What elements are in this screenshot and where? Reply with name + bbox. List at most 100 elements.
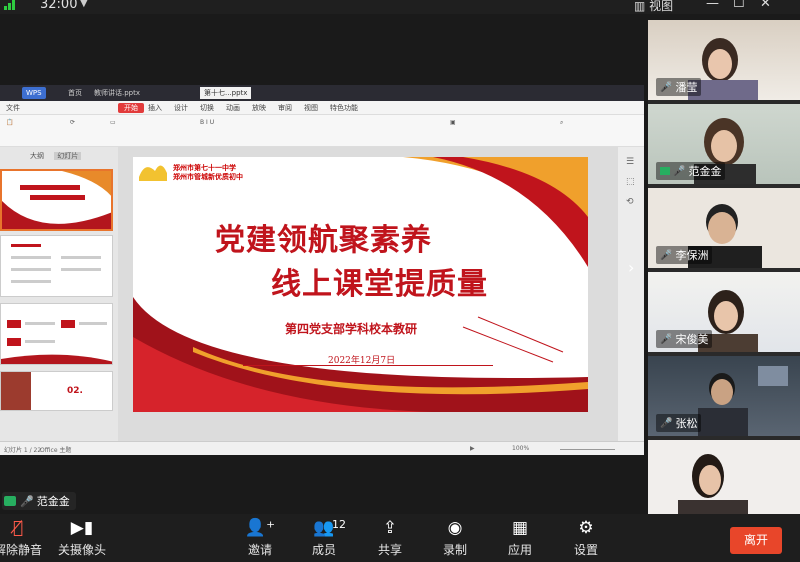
chevron-down-icon[interactable]: ▼ [80,0,88,9]
participant-tile[interactable] [648,440,800,520]
thumb-slide-2[interactable] [0,235,113,297]
invite-button[interactable]: 👤⁺ 邀请 [230,518,290,558]
menu-view[interactable]: 视图 [304,103,318,113]
mic-muted-icon: 🎤 [660,81,673,93]
leave-button[interactable]: 离开 [730,527,782,554]
tab-outline[interactable]: 大纲 [30,152,44,160]
thumb-1-art [2,171,111,229]
format-icon[interactable]: ⟳ [70,119,75,126]
wps-tabbar: WPS 首页 教师讲话.pptx 第十七...pptx [0,85,644,101]
participant-name-tag: 🎤 李保洲 [656,246,713,264]
slide-counter: 幻灯片 1 / 22 [4,447,42,454]
members-label: 成员 [311,543,336,557]
menu-animation[interactable]: 动画 [226,103,240,113]
thumb-slide-1[interactable] [0,169,113,231]
tab-doc-1[interactable]: 教师讲话.pptx [90,87,144,99]
speaker-name: 范金金 [36,495,70,508]
unmute-label: 解除静音 [0,543,42,557]
minimize-icon[interactable]: — [706,0,719,11]
thumb-2-art [11,244,101,283]
video-camera-icon: ▶▮ [70,518,94,538]
paste-icon[interactable]: 📋 [6,119,13,126]
current-slide[interactable]: 郑州市第七十一中学 郑州市管城新优质初中 党建领航聚素养 线上课堂提质量 第四党… [133,157,588,412]
find-icon[interactable]: ⌕ [560,119,563,127]
share-screen-icon: ⇪ [382,518,398,538]
thumb-slide-3[interactable] [0,303,113,365]
record-button[interactable]: ◉ 录制 [425,518,485,558]
menu-design[interactable]: 设计 [174,103,188,113]
participant-tile[interactable]: 🎤 潘莹 [648,20,800,100]
thumb-tabs: 大纲 幻灯片 [30,151,89,161]
mic-muted-icon: 🎤 [660,333,673,345]
tab-doc-2[interactable]: 第十七...pptx [200,87,252,99]
meeting-timer: 32:00 [40,0,78,12]
thumb-slide-4[interactable]: 02. [0,371,113,411]
participant-tile[interactable]: 🎤 宋俊美 [648,272,800,352]
participant-tile[interactable]: 🎤 范金金 [648,104,800,184]
new-slide-icon[interactable]: ▭ [110,119,116,126]
members-button[interactable]: 👥 12 成员 [294,518,354,558]
menu-transition[interactable]: 切换 [200,103,214,113]
zoom-level[interactable]: 100% [512,445,529,452]
mic-muted-icon: 🎙̸ [12,518,24,538]
slide-thumbnails: 大纲 幻灯片 02. [0,147,118,441]
participant-tile[interactable]: 🎤 李保洲 [648,188,800,268]
theme-name: Office 主题 [40,447,72,454]
history-icon[interactable]: ⟲ [626,197,634,207]
mic-muted-icon: 🎤 [660,417,673,429]
tab-home[interactable]: 首页 [64,87,86,99]
properties-icon[interactable]: ☰ [626,157,634,167]
wps-statusbar: 幻灯片 1 / 22 Office 主题 ▶ 100% [0,441,644,455]
gear-icon: ⚙ [578,518,594,538]
slide-title-line-1: 党建领航聚素养 [215,223,432,258]
play-icon[interactable]: ▶ [470,445,475,452]
textbox-icon[interactable]: ▣ [450,119,456,126]
members-count: 12 [332,518,346,531]
active-speaker-tag: 🎤 范金金 [2,492,76,510]
apps-grid-icon: ▦ [511,518,529,538]
menu-special[interactable]: 特色功能 [330,103,358,113]
participant-name-tag: 🎤 宋俊美 [656,330,713,348]
menu-review[interactable]: 审阅 [278,103,292,113]
zoom-slider[interactable] [560,449,615,450]
stop-video-button[interactable]: ▶▮ 关摄像头 [52,518,112,558]
expand-panel-icon[interactable]: › [628,258,634,277]
menu-insert[interactable]: 插入 [148,103,162,113]
thumb-4-art [1,372,31,410]
share-button[interactable]: ⇪ 共享 [360,518,420,558]
apps-button[interactable]: ▦ 应用 [490,518,550,558]
select-icon[interactable]: ⬚ [626,177,635,187]
menu-start[interactable]: 开始 [118,103,144,113]
tab-wps[interactable]: WPS [22,87,46,99]
shared-screen: WPS 首页 教师讲话.pptx 第十七...pptx 文件 开始 插入 设计 … [0,85,644,455]
menu-slideshow[interactable]: 放映 [252,103,266,113]
participant-panel: 🎤 潘莹 🎤 范金金 🎤 李保洲 🎤 宋俊美 🎤 张松 [648,20,800,520]
video-label: 关摄像头 [57,543,106,557]
tab-slides[interactable]: 幻灯片 [54,152,82,160]
meeting-topbar: 32:00 ▼ ▥ 视图 — ☐ ✕ [0,0,800,14]
bold-icon[interactable]: B I U [200,119,214,126]
maximize-icon[interactable]: ☐ [733,0,745,11]
menu-file[interactable]: 文件 [6,103,20,113]
wps-side-toolbar: ☰ ⬚ ⟲ [618,147,644,441]
mic-muted-icon: 🎤 [673,165,686,177]
close-icon[interactable]: ✕ [760,0,771,11]
camera-on-icon [660,167,670,175]
apps-label: 应用 [507,543,532,557]
record-icon: ◉ [447,518,463,538]
add-user-icon: 👤⁺ [244,518,276,538]
participant-tile[interactable]: 🎤 张松 [648,356,800,436]
invite-label: 邀请 [247,543,272,557]
camera-on-icon [4,496,16,506]
thumb-4-label: 02. [67,386,83,396]
view-button[interactable]: ▥ 视图 [634,0,673,14]
school-name-2: 郑州市管城新优质初中 [173,173,243,181]
participant-video [678,454,748,520]
unmute-button[interactable]: 🎙̸ 解除静音 [0,518,48,558]
slide-canvas: 郑州市第七十一中学 郑州市管城新优质初中 党建领航聚素养 线上课堂提质量 第四党… [118,147,618,441]
settings-button[interactable]: ⚙ 设置 [556,518,616,558]
settings-label: 设置 [573,543,598,557]
slide-title-line-2: 线上课堂提质量 [271,267,488,302]
meeting-toolbar: 🎙̸ 解除静音 ▶▮ 关摄像头 👤⁺ 邀请 👥 12 成员 ⇪ 共享 ◉ 录制 … [0,514,800,562]
thumb-3-art [1,304,112,364]
